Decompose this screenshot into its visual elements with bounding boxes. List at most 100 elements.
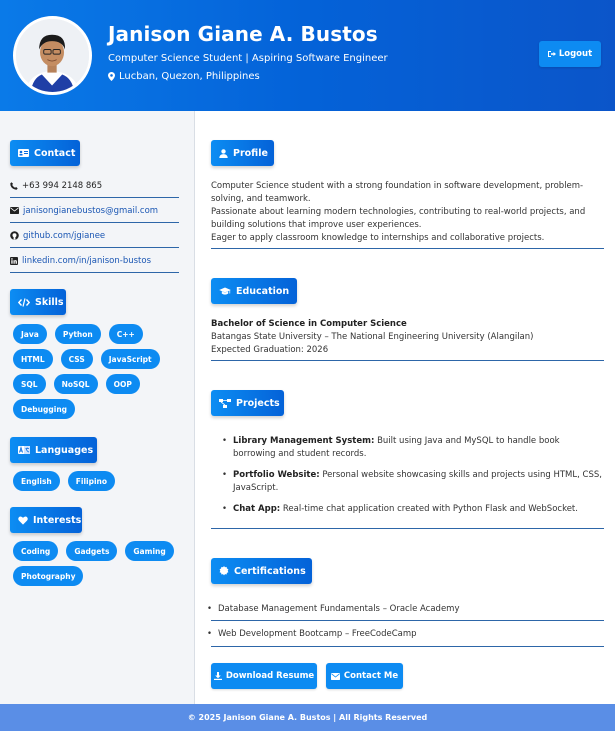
project-description: Real-time chat application created with …: [280, 504, 578, 514]
languages-list: English Filipino: [13, 471, 183, 491]
degree: Bachelor of Science in Computer Science: [211, 319, 407, 329]
certification-item: Database Management Fundamentals – Oracl…: [207, 603, 604, 616]
language-icon: [18, 446, 30, 454]
github-link[interactable]: github.com/jgianee: [23, 231, 105, 241]
heart-icon: [18, 515, 28, 525]
contact-heading-label: Contact: [34, 147, 76, 159]
skill-pill: OOP: [105, 374, 140, 394]
contact-linkedin[interactable]: linkedin.com/in/janison-bustos: [10, 249, 179, 273]
projects-heading-label: Projects: [236, 397, 280, 409]
avatar: [13, 16, 92, 95]
divider: [211, 646, 604, 647]
certifications-heading: Certifications: [211, 558, 312, 584]
interests-heading-label: Interests: [33, 514, 82, 526]
map-pin-icon: [108, 72, 115, 81]
skill-pill: Debugging: [13, 399, 76, 419]
skills-heading: Skills: [10, 289, 66, 315]
languages-heading: Languages: [10, 437, 97, 463]
interest-pill: Gadgets: [66, 541, 118, 561]
envelope-icon: [10, 207, 19, 214]
certifications-heading-label: Certifications: [234, 565, 306, 577]
graduation: Expected Graduation: 2026: [211, 345, 329, 355]
skill-pill: Java: [13, 324, 47, 344]
id-card-icon: [18, 149, 29, 157]
skill-pill: JavaScript: [100, 349, 160, 369]
page-footer: © 2025 Janison Giane A. Bustos | All Rig…: [0, 704, 615, 731]
github-icon: [10, 231, 19, 240]
profile-location: Lucban, Quezon, Philippines: [108, 71, 260, 82]
school: Batangas State University – The National…: [211, 332, 534, 342]
skills-list: Java Python C++ HTML CSS JavaScript SQL …: [13, 324, 183, 419]
envelope-icon: [330, 672, 340, 680]
projects-list: Library Management System: Built using J…: [222, 435, 604, 516]
project-item: Chat App: Real-time chat application cre…: [222, 503, 604, 516]
language-pill: English: [13, 471, 60, 491]
contact-email[interactable]: janisongianebustos@gmail.com: [10, 199, 179, 223]
project-diagram-icon: [219, 398, 231, 408]
certifications-list: Database Management Fundamentals – Oracl…: [207, 603, 604, 641]
profile-heading-label: Profile: [233, 147, 268, 159]
project-item: Portfolio Website: Personal website show…: [222, 469, 604, 495]
contact-heading: Contact: [10, 140, 80, 166]
contact-github[interactable]: github.com/jgianee: [10, 224, 179, 248]
contact-me-button[interactable]: Contact Me: [326, 663, 403, 689]
phone-text: +63 994 2148 865: [22, 180, 103, 191]
contact-me-label: Contact Me: [343, 671, 399, 681]
skills-heading-label: Skills: [35, 296, 64, 308]
graduation-cap-icon: [219, 287, 231, 296]
main-content: Profile Computer Science student with a …: [195, 111, 615, 704]
profile-title: Computer Science Student | Aspiring Soft…: [108, 53, 388, 64]
divider: [211, 248, 604, 249]
code-icon: [18, 297, 30, 307]
logout-button[interactable]: Logout: [539, 41, 601, 67]
skill-pill: NoSQL: [53, 374, 98, 394]
sign-out-icon: [547, 50, 556, 58]
sidebar: Contact +63 994 2148 865 janisongianebus…: [0, 111, 195, 704]
interest-pill: Gaming: [125, 541, 174, 561]
page-header: Janison Giane A. Bustos Computer Science…: [0, 0, 615, 111]
education-heading: Education: [211, 278, 297, 304]
profile-heading: Profile: [211, 140, 274, 166]
user-icon: [219, 148, 228, 158]
profile-line: Passionate about learning modern technol…: [211, 207, 586, 230]
divider: [211, 620, 604, 621]
download-icon: [213, 672, 222, 680]
skill-pill: Python: [54, 324, 101, 344]
profile-name: Janison Giane A. Bustos: [108, 22, 378, 46]
avatar-photo: [16, 19, 89, 92]
footer-copyright: © 2025 Janison Giane A. Bustos | All Rig…: [187, 713, 428, 722]
interests-list: Coding Gadgets Gaming Photography: [13, 541, 183, 586]
languages-heading-label: Languages: [35, 444, 94, 456]
project-item: Library Management System: Built using J…: [222, 435, 604, 461]
phone-icon: [10, 181, 18, 190]
download-resume-label: Download Resume: [225, 671, 315, 681]
interest-pill: Coding: [13, 541, 59, 561]
profile-line: Computer Science student with a strong f…: [211, 181, 584, 204]
education-details: Bachelor of Science in Computer Science …: [211, 318, 604, 357]
projects-heading: Projects: [211, 390, 284, 416]
education-heading-label: Education: [236, 285, 290, 297]
certificate-icon: [219, 566, 229, 576]
interests-heading: Interests: [10, 507, 82, 533]
certification-item: Web Development Bootcamp – FreeCodeCamp: [207, 628, 604, 641]
project-name: Chat App:: [233, 504, 281, 514]
contact-phone: +63 994 2148 865: [10, 174, 179, 198]
profile-line: Eager to apply classroom knowledge to in…: [211, 233, 545, 243]
skill-pill: C++: [108, 324, 143, 344]
skill-pill: CSS: [60, 349, 93, 369]
interest-pill: Photography: [13, 566, 84, 586]
divider: [211, 360, 604, 361]
skill-pill: SQL: [13, 374, 46, 394]
linkedin-icon: [10, 256, 18, 265]
skill-pill: HTML: [13, 349, 53, 369]
logout-label: Logout: [558, 49, 593, 59]
profile-summary: Computer Science student with a strong f…: [211, 180, 604, 245]
project-name: Library Management System:: [233, 436, 375, 446]
linkedin-link[interactable]: linkedin.com/in/janison-bustos: [22, 256, 151, 266]
location-text: Lucban, Quezon, Philippines: [119, 71, 260, 82]
divider: [211, 528, 604, 529]
project-name: Portfolio Website:: [233, 470, 320, 480]
email-link[interactable]: janisongianebustos@gmail.com: [23, 206, 158, 216]
download-resume-button[interactable]: Download Resume: [211, 663, 317, 689]
language-pill: Filipino: [67, 471, 116, 491]
